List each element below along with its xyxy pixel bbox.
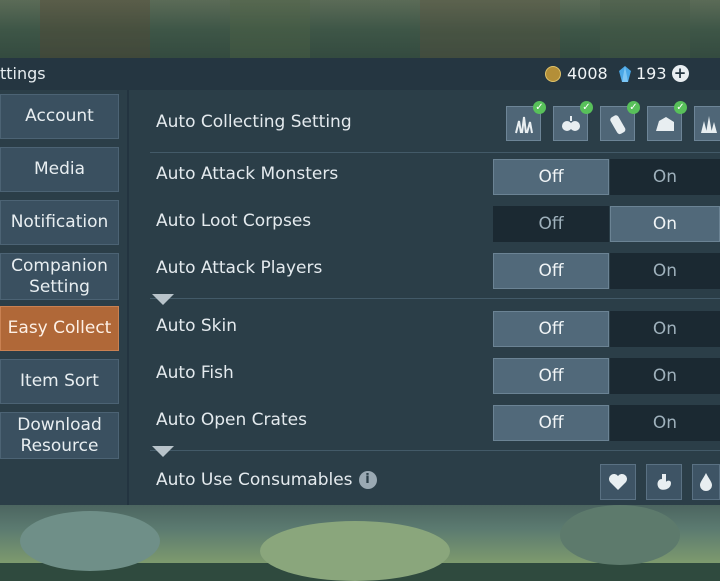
check-icon: ✓: [674, 101, 687, 114]
stone-icon[interactable]: ✓: [647, 101, 687, 141]
sidebar-item-easy-collect[interactable]: Easy Collect: [0, 306, 119, 351]
on-option[interactable]: On: [610, 159, 720, 195]
sidebar-item-label: Item Sort: [20, 371, 99, 391]
on-option[interactable]: On: [610, 358, 720, 394]
auto-attack-monsters-label: Auto Attack Monsters: [156, 164, 339, 184]
check-icon: ✓: [627, 101, 640, 114]
sidebar-divider: [127, 90, 129, 505]
crystal-amount: 193: [636, 64, 667, 83]
sidebar-item-label: Notification: [10, 212, 109, 232]
sidebar-item-label: Setting: [29, 276, 90, 297]
sidebar-item-account[interactable]: Account: [0, 94, 119, 139]
auto-open-crates-label: Auto Open Crates: [156, 410, 307, 430]
sidebar-item-label: Media: [33, 159, 86, 179]
sidebar-item-label: Easy Collect: [7, 318, 112, 338]
auto-attack-players-label: Auto Attack Players: [156, 258, 323, 278]
check-icon: ✓: [580, 101, 593, 114]
on-option[interactable]: On: [610, 311, 720, 347]
settings-panel: ttings 4008 193 + Account Media Notifica…: [0, 58, 720, 505]
auto-loot-corpses-label: Auto Loot Corpses: [156, 211, 312, 231]
crystal-currency: 193 +: [618, 64, 689, 83]
stomach-icon[interactable]: [646, 464, 682, 500]
auto-skin-toggle: Off On: [493, 311, 720, 347]
gold-currency: 4008: [545, 64, 608, 83]
off-option[interactable]: Off: [493, 311, 609, 347]
title-bar: ttings 4008 193 +: [0, 58, 720, 90]
auto-use-consumables-row: Auto Use Consumables i: [156, 470, 377, 490]
auto-attack-players-toggle: Off On: [493, 253, 720, 289]
on-option[interactable]: On: [610, 206, 720, 242]
sidebar-item-label: Account: [25, 106, 94, 126]
check-icon: ✓: [533, 101, 546, 114]
row-divider: [150, 298, 720, 299]
section-marker-icon: [152, 446, 174, 457]
grass-icon[interactable]: ✓: [506, 101, 546, 141]
settings-title: ttings: [0, 64, 46, 83]
blue-crystal-icon: [619, 65, 631, 82]
crystal-ore-icon[interactable]: [694, 106, 720, 141]
auto-attack-monsters-toggle: Off On: [493, 159, 720, 195]
auto-fish-toggle: Off On: [493, 358, 720, 394]
settings-sidebar: Account Media Notification Companion Set…: [0, 90, 128, 505]
sidebar-item-media[interactable]: Media: [0, 147, 119, 192]
sidebar-item-item-sort[interactable]: Item Sort: [0, 359, 119, 404]
on-option[interactable]: On: [610, 405, 720, 441]
auto-open-crates-toggle: Off On: [493, 405, 720, 441]
game-background-top: [0, 0, 720, 60]
row-divider: [150, 450, 720, 451]
auto-loot-corpses-toggle: Off On: [493, 206, 720, 242]
gold-coin-icon: [545, 65, 561, 82]
auto-use-consumables-label: Auto Use Consumables: [156, 470, 353, 490]
row-divider: [150, 152, 720, 153]
game-background-bottom: [0, 505, 720, 581]
berries-icon[interactable]: ✓: [553, 101, 593, 141]
sidebar-item-label: Download: [17, 414, 102, 435]
add-currency-button[interactable]: +: [671, 65, 689, 82]
sidebar-item-companion-setting[interactable]: Companion Setting: [0, 253, 119, 300]
gold-amount: 4008: [567, 64, 608, 83]
info-icon[interactable]: i: [358, 471, 377, 489]
off-option[interactable]: Off: [493, 253, 609, 289]
off-option[interactable]: Off: [493, 159, 609, 195]
off-option[interactable]: Off: [493, 358, 609, 394]
water-drop-icon[interactable]: [692, 464, 720, 500]
heart-icon[interactable]: [600, 464, 636, 500]
sidebar-item-label: Resource: [20, 435, 99, 456]
auto-collecting-label: Auto Collecting Setting: [156, 112, 352, 132]
auto-fish-label: Auto Fish: [156, 363, 234, 383]
off-option[interactable]: Off: [493, 206, 609, 242]
sidebar-item-download-resource[interactable]: Download Resource: [0, 412, 119, 459]
off-option[interactable]: Off: [493, 405, 609, 441]
on-option[interactable]: On: [610, 253, 720, 289]
auto-skin-label: Auto Skin: [156, 316, 238, 336]
sidebar-item-label: Companion: [11, 255, 108, 276]
wood-log-icon[interactable]: ✓: [600, 101, 640, 141]
section-marker-icon: [152, 294, 174, 305]
sidebar-item-notification[interactable]: Notification: [0, 200, 119, 245]
